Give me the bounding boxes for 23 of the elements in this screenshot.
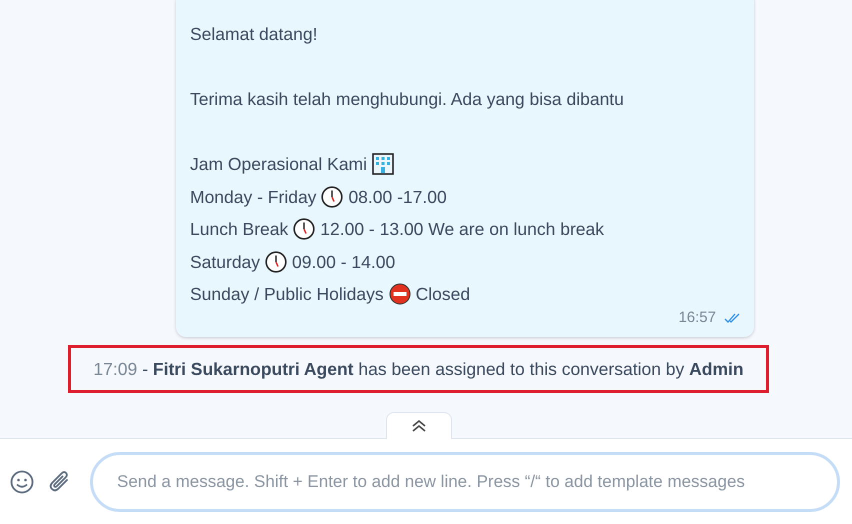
chevron-up-icon <box>411 419 427 433</box>
message-text: Closed <box>416 283 470 306</box>
building-icon <box>372 153 394 176</box>
message-text: Sunday / Public Holidays <box>190 283 384 306</box>
collapse-button[interactable] <box>386 412 452 439</box>
clock-icon <box>293 218 316 240</box>
message-time: 16:57 <box>678 308 716 328</box>
message-text: Monday - Friday <box>190 186 316 209</box>
message-text: Terima kasih telah menghubungi. Ada yang bisa dibantu <box>190 88 624 112</box>
message-text: Selamat datang! <box>190 23 318 46</box>
message-text: 12.00 - 13.00 We are on lunch break <box>320 218 604 242</box>
clock-icon <box>265 250 288 273</box>
message-text: Saturday <box>190 250 260 274</box>
message-text: 09.00 - 14.00 <box>292 250 396 274</box>
clock-icon <box>321 186 344 208</box>
message-input[interactable]: Send a message. Shift + Enter to add new line. Press “/“ to add template messages <box>90 452 840 512</box>
activity-text: - Fitri Sukarnoputri Agent has been assigned to this conversation by Admin <box>142 358 744 381</box>
activity-time: 17:09 <box>93 358 138 381</box>
emoji-button[interactable] <box>10 470 34 494</box>
message-text: Lunch Break <box>190 218 288 242</box>
no-entry-icon <box>388 283 411 306</box>
message-text: 08.00 -17.00 <box>348 186 447 209</box>
message-text: Jam Operasional Kami <box>190 153 368 176</box>
